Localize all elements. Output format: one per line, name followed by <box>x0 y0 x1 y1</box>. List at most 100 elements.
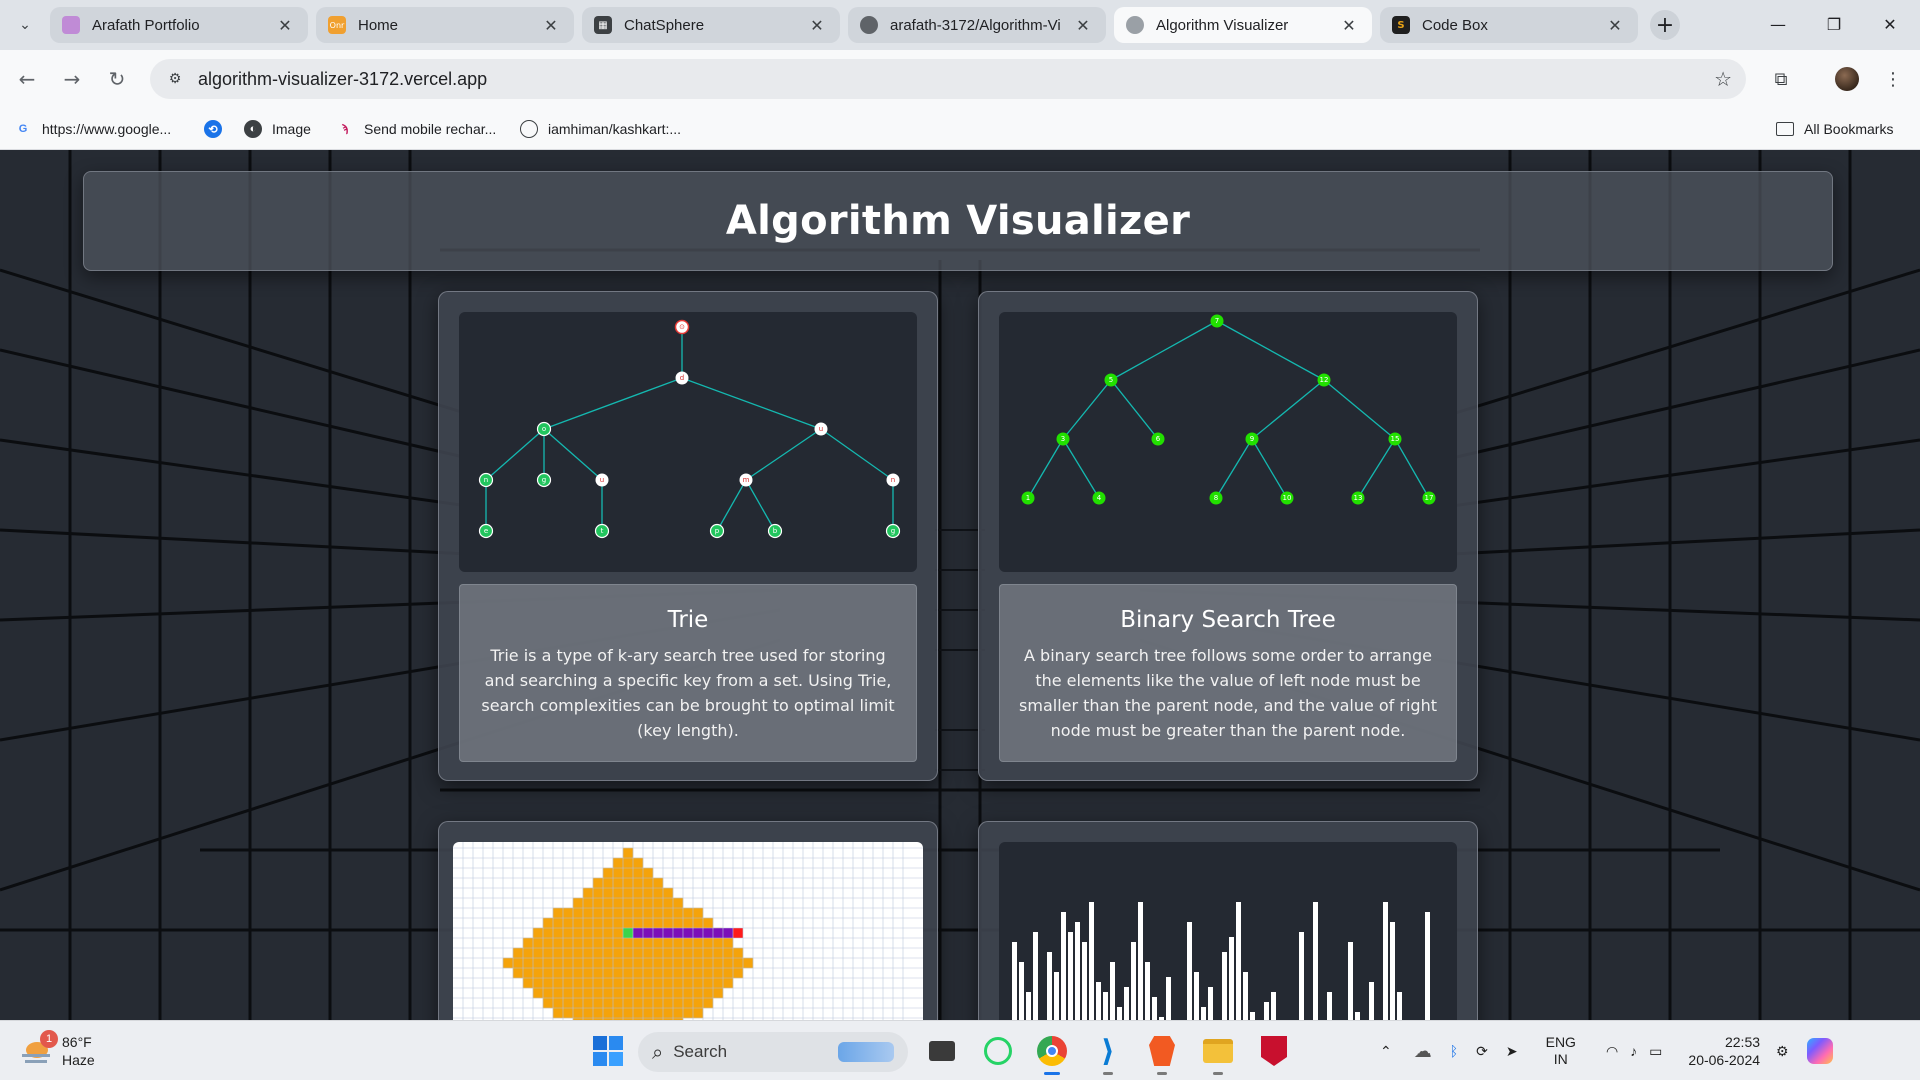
mcafee-app[interactable] <box>1254 1031 1294 1071</box>
grid-cell <box>612 927 624 939</box>
tab-github-repo[interactable]: arafath-3172/Algorithm-Vi ✕ <box>848 7 1106 43</box>
tab-search-button[interactable]: ⌄ <box>10 10 40 40</box>
grid-cell <box>622 1007 634 1019</box>
bookmark-image[interactable]: ◐ Image <box>244 118 311 140</box>
sort-bar <box>1383 902 1388 1020</box>
menu-button[interactable]: ⋮ <box>1878 64 1908 94</box>
forward-button[interactable]: → <box>57 64 87 94</box>
site-info-icon[interactable]: ⚙ <box>164 68 186 90</box>
bookmark-star-icon[interactable]: ☆ <box>1714 67 1732 91</box>
bookmark-kashkart[interactable]: iamhiman/kashkart:... <box>520 118 681 140</box>
onedrive-cloud-icon[interactable]: ☁ <box>1414 1041 1432 1062</box>
grid-cell <box>522 967 534 979</box>
chevron-down-icon: ⌄ <box>19 17 31 33</box>
bst-card[interactable]: 7 5 12 3 6 9 15 1 4 8 10 13 17 Binary Se… <box>978 291 1478 781</box>
sorting-bars <box>1012 902 1430 1020</box>
close-window-button[interactable]: ✕ <box>1862 0 1918 48</box>
clock[interactable]: 22:53 20-06-2024 <box>1688 1033 1760 1069</box>
sync-icon[interactable]: ⟳ <box>1476 1043 1488 1060</box>
close-icon[interactable]: ✕ <box>274 14 296 36</box>
bookmark-google[interactable]: G https://www.google... <box>14 118 171 140</box>
card-description: Trie is a type of k-ary search tree used… <box>481 646 895 740</box>
grid-cell <box>632 887 644 899</box>
grid-cell <box>612 997 624 1009</box>
grid-cell <box>642 957 654 969</box>
svg-text:o: o <box>542 425 546 433</box>
new-tab-button[interactable]: + <box>1650 10 1680 40</box>
address-bar[interactable]: ⚙ algorithm-visualizer-3172.vercel.app ☆ <box>150 59 1746 99</box>
wifi-icon[interactable]: ◠ <box>1606 1043 1618 1060</box>
sorting-card[interactable] <box>978 821 1478 1020</box>
notification-icon[interactable]: ⚙ <box>1776 1043 1789 1060</box>
close-icon[interactable]: ✕ <box>1338 14 1360 36</box>
weather-widget[interactable]: 1 86°F Haze <box>22 1030 95 1071</box>
tab-title: arafath-3172/Algorithm-Vi <box>890 16 1061 34</box>
page-header: Algorithm Visualizer <box>83 171 1833 271</box>
bst-preview[interactable]: 7 5 12 3 6 9 15 1 4 8 10 13 17 <box>999 312 1457 572</box>
url-text[interactable]: algorithm-visualizer-3172.vercel.app <box>198 69 487 90</box>
grid-cell <box>642 887 654 899</box>
whatsapp-app[interactable] <box>978 1031 1018 1071</box>
vscode-icon: ⟩ <box>1101 1033 1115 1069</box>
back-button[interactable]: ← <box>12 64 42 94</box>
tab-home[interactable]: Onr Home ✕ <box>316 7 574 43</box>
close-icon[interactable]: ✕ <box>806 14 828 36</box>
chevron-up-icon[interactable]: ⌃ <box>1380 1043 1392 1060</box>
grid-cell <box>652 997 664 1009</box>
profile-button[interactable] <box>1832 64 1862 94</box>
pathfinding-card[interactable] <box>438 821 938 1020</box>
grid-cell <box>602 877 614 889</box>
location-icon[interactable]: ➤ <box>1506 1043 1518 1060</box>
grid-cell <box>562 1007 574 1019</box>
tab-chatsphere[interactable]: ▦ ChatSphere ✕ <box>582 7 840 43</box>
pathfinding-preview[interactable] <box>453 842 923 1020</box>
extensions-button[interactable]: ⧉ <box>1766 64 1796 94</box>
vscode-app[interactable]: ⟩ <box>1088 1031 1128 1075</box>
grid-cell <box>582 947 594 959</box>
bookmark-recharge[interactable]: ϡ Send mobile rechar... <box>336 118 497 140</box>
battery-icon[interactable]: ▭ <box>1649 1043 1662 1060</box>
grid-cell <box>672 997 684 1009</box>
taskbar-search[interactable]: ⌕ Search <box>638 1032 908 1072</box>
grid-cell <box>692 987 704 999</box>
grid-cell <box>662 917 674 929</box>
grid-cell <box>672 937 684 949</box>
grid-cell <box>552 917 564 929</box>
grid-cell <box>562 927 574 939</box>
brave-app[interactable] <box>1142 1031 1182 1075</box>
sort-bar <box>1250 1012 1255 1020</box>
trie-card[interactable]: ⊙ d o u n g u m n e t p b g Trie Trie is… <box>438 291 938 781</box>
grid-cell <box>642 897 654 909</box>
grid-cell <box>602 887 614 899</box>
copilot-icon[interactable] <box>1806 1038 1833 1064</box>
grid-cell <box>552 977 564 989</box>
grid-cell <box>622 997 634 1009</box>
trie-node: n <box>886 473 900 487</box>
start-button[interactable] <box>590 1031 626 1071</box>
language-indicator[interactable]: ENG IN <box>1546 1034 1576 1068</box>
all-bookmarks-button[interactable]: All Bookmarks <box>1776 118 1893 140</box>
tab-arafath-portfolio[interactable]: Arafath Portfolio ✕ <box>50 7 308 43</box>
reload-button[interactable]: ↻ <box>102 64 132 94</box>
task-view-button[interactable] <box>922 1031 962 1071</box>
trie-preview[interactable]: ⊙ d o u n g u m n e t p b g <box>459 312 917 572</box>
tab-algorithm-visualizer[interactable]: Algorithm Visualizer ✕ <box>1114 7 1372 43</box>
restore-button[interactable]: ❐ <box>1806 0 1862 48</box>
close-icon[interactable]: ✕ <box>1604 14 1626 36</box>
tab-code-box[interactable]: S Code Box ✕ <box>1380 7 1638 43</box>
grid-cell <box>732 947 744 959</box>
chrome-app[interactable] <box>1032 1031 1072 1075</box>
grid-cell <box>542 937 554 949</box>
grid-cell <box>623 928 633 938</box>
sorting-preview[interactable] <box>999 842 1457 1020</box>
close-icon: ✕ <box>1883 14 1897 34</box>
bookmark-blue-app[interactable]: ⟲ <box>204 118 232 140</box>
close-icon[interactable]: ✕ <box>1072 14 1094 36</box>
file-explorer-app[interactable] <box>1198 1031 1238 1075</box>
close-icon[interactable]: ✕ <box>540 14 562 36</box>
grid-cell <box>642 907 654 919</box>
grid-cell <box>662 1007 674 1019</box>
minimize-button[interactable]: — <box>1750 0 1806 48</box>
volume-icon[interactable]: ♪ <box>1630 1043 1637 1059</box>
bluetooth-icon[interactable]: ᛒ <box>1450 1043 1458 1059</box>
